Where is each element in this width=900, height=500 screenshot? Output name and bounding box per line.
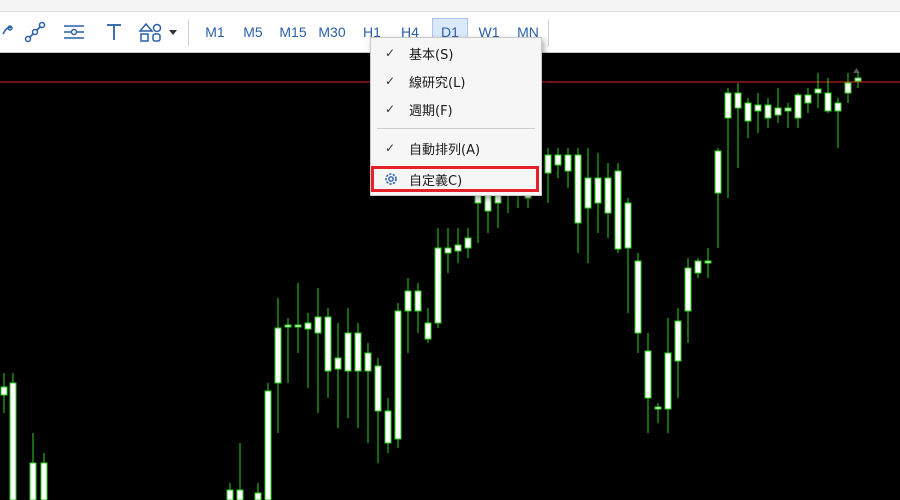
candle-body <box>664 352 672 410</box>
candle-body <box>314 316 322 334</box>
timeframe-m30-button[interactable]: M30 <box>314 18 350 46</box>
candle-body <box>236 489 244 500</box>
candle-body <box>264 390 272 500</box>
candle-body <box>754 104 762 112</box>
checkmark-icon: ✓ <box>385 102 396 116</box>
candle-body <box>40 462 48 500</box>
candle-body <box>644 350 652 399</box>
candle-body <box>564 154 572 172</box>
checkmark-icon: ✓ <box>385 46 396 60</box>
candle-body <box>764 104 772 119</box>
candle-body <box>714 150 722 194</box>
candle-body <box>654 406 662 410</box>
candle-body <box>284 324 292 328</box>
menu-item-label: 基本(S) <box>409 47 454 63</box>
candle-body <box>274 327 282 384</box>
candle-body <box>384 410 392 444</box>
menu-item-label: 自動排列(A) <box>409 142 481 158</box>
window-top-strip <box>0 0 900 12</box>
menu-item-periods[interactable]: ✓ 週期(F) <box>371 96 541 122</box>
candle-body <box>854 77 862 82</box>
candle-body <box>294 324 302 328</box>
candle-body <box>594 177 602 204</box>
candle-body <box>614 170 622 250</box>
candle-body <box>724 92 732 119</box>
candle-body <box>364 352 372 372</box>
candle-body <box>226 489 234 500</box>
candle-body <box>624 202 632 249</box>
toolbar-separator <box>548 20 549 46</box>
candle-body <box>804 94 812 104</box>
toolbar-context-menu: ✓ 基本(S) ✓ 線研究(L) ✓ 週期(F) ✓ 自動排列(A) 自定義C) <box>370 37 542 196</box>
candle-body <box>354 332 362 372</box>
candle-body <box>9 382 17 500</box>
candle-body <box>774 107 782 116</box>
candle-body <box>794 94 802 119</box>
candle-body <box>304 322 312 330</box>
candle-body <box>784 107 792 112</box>
candle-body <box>744 102 752 122</box>
text-tool-button[interactable] <box>102 18 126 46</box>
menu-item-auto-arrange[interactable]: ✓ 自動排列(A) <box>371 135 541 161</box>
line-tool-icon <box>2 25 13 35</box>
timeframe-m5-button[interactable]: M5 <box>238 18 268 46</box>
timeframe-m15-button[interactable]: M15 <box>275 18 311 46</box>
text-tool-icon <box>107 24 121 40</box>
candle-body <box>0 386 8 396</box>
candle-body <box>454 244 462 252</box>
candle-body <box>334 357 342 370</box>
candle-body <box>344 332 352 372</box>
candle-body <box>584 177 592 209</box>
candle-body <box>29 462 37 500</box>
candle-body <box>574 154 582 224</box>
shapes-tool-button[interactable] <box>136 18 180 46</box>
candle-body <box>824 92 832 112</box>
highlight-box <box>371 166 539 192</box>
candle-body <box>544 154 552 174</box>
menu-item-label: 線研究(L) <box>409 75 466 91</box>
menu-separator <box>377 128 535 129</box>
candle-body <box>374 365 382 412</box>
channel-tool-icon <box>64 25 84 39</box>
candle-body <box>404 290 412 312</box>
menu-item-label: 週期(F) <box>409 103 453 119</box>
checkmark-icon: ✓ <box>385 74 396 88</box>
candle-body <box>694 260 702 274</box>
shapes-tool-icon <box>138 22 177 42</box>
candle-body <box>734 92 742 109</box>
candle-body <box>604 177 612 214</box>
candle-body <box>444 247 452 254</box>
chart-shift-marker-icon <box>853 68 860 73</box>
candle-body <box>254 492 262 500</box>
candle-body <box>434 247 442 324</box>
candle-body <box>684 267 692 312</box>
line-tool-button[interactable] <box>0 18 14 46</box>
menu-item-line-studies[interactable]: ✓ 線研究(L) <box>371 68 541 94</box>
candle-body <box>394 310 402 440</box>
toolbar-separator <box>188 20 189 46</box>
checkmark-icon: ✓ <box>385 141 396 155</box>
timeframe-m1-button[interactable]: M1 <box>200 18 230 46</box>
candle-body <box>324 316 332 372</box>
trendline-tool-icon <box>24 21 46 43</box>
candle-body <box>844 82 852 94</box>
candle-body <box>704 260 712 264</box>
candle-body <box>424 322 432 340</box>
candle-body <box>464 237 472 249</box>
candle-body <box>414 290 422 312</box>
channel-tool-button[interactable] <box>60 18 88 46</box>
candle-body <box>674 320 682 362</box>
trendline-tool-button[interactable] <box>22 18 48 46</box>
candle-body <box>634 260 642 334</box>
candle-body <box>814 88 822 94</box>
candle-body <box>834 102 842 112</box>
candle-body <box>554 154 562 166</box>
menu-item-basic[interactable]: ✓ 基本(S) <box>371 40 541 66</box>
